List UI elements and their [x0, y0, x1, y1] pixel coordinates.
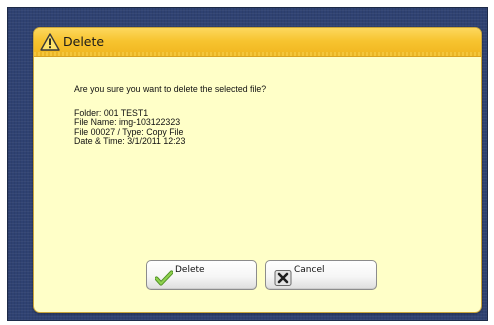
warning-triangle-icon [40, 33, 60, 51]
delete-dialog: Delete Are you sure you want to delete t… [33, 27, 482, 313]
delete-button-label: Delete [175, 265, 205, 275]
cancel-button-label: Cancel [294, 265, 325, 275]
x-icon [274, 270, 292, 286]
dialog-title: Delete [63, 34, 105, 49]
titlebar-stripe [34, 52, 481, 56]
date-time-info: Date & Time: 3/1/2011 12:23 [74, 135, 186, 146]
dialog-content: Are you sure you want to delete the sele… [74, 84, 267, 146]
dialog-titlebar: Delete [34, 28, 481, 57]
confirm-message: Are you sure you want to delete the sele… [74, 84, 267, 94]
cancel-button[interactable]: Cancel [265, 260, 377, 290]
screen-background: Delete Are you sure you want to delete t… [7, 7, 488, 321]
checkmark-icon [155, 270, 173, 286]
delete-button[interactable]: Delete [146, 260, 257, 290]
